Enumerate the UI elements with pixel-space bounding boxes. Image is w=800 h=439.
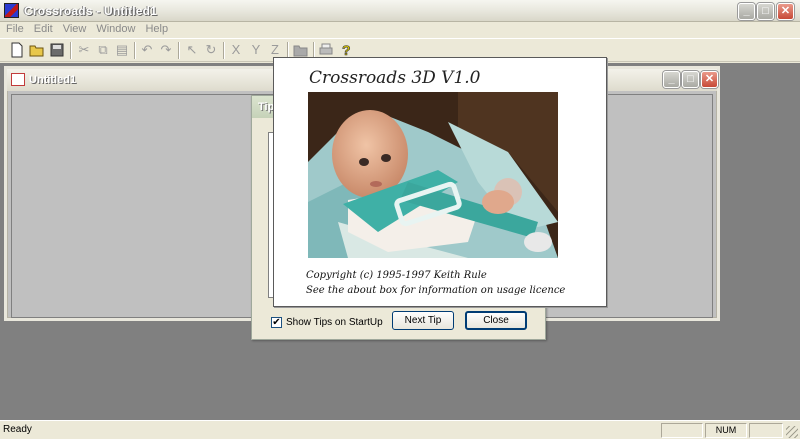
paste-icon[interactable]: ▤ — [114, 42, 130, 58]
copyright-text: Copyright (c) 1995-1997 Keith Rule See t… — [306, 268, 565, 298]
close-button[interactable]: ✕ — [777, 3, 794, 20]
toolbar-separator — [70, 42, 72, 59]
x-axis-icon[interactable]: X — [228, 42, 244, 58]
status-pane-scroll — [749, 423, 783, 438]
z-axis-icon[interactable]: Z — [267, 42, 283, 58]
baby-photo-illustration — [308, 92, 558, 258]
rotate-icon[interactable]: ↻ — [203, 42, 219, 58]
menu-view[interactable]: View — [57, 22, 91, 35]
menu-window[interactable]: Window — [90, 22, 139, 35]
show-tips-label: Show Tips on StartUp — [286, 317, 383, 328]
copyright-line-2: See the about box for information on usa… — [306, 285, 566, 296]
redo-icon[interactable]: ↷ — [158, 42, 174, 58]
menu-file[interactable]: File — [0, 22, 28, 35]
child-close-button[interactable]: ✕ — [701, 71, 718, 88]
splash-title: Crossroads 3D V1.0 — [309, 68, 481, 88]
show-tips-checkbox[interactable]: ✔ — [271, 317, 282, 328]
document-icon[interactable] — [11, 73, 25, 86]
window-title: Crossroads - Untitled1 — [24, 4, 158, 18]
maximize-button[interactable]: □ — [757, 3, 774, 20]
main-title-bar[interactable]: Crossroads - Untitled1 _ □ ✕ — [0, 0, 800, 22]
resize-grip-icon[interactable] — [786, 426, 798, 438]
child-window-title: Untitled1 — [29, 74, 77, 86]
new-icon[interactable] — [9, 42, 25, 58]
undo-icon[interactable]: ↶ — [139, 42, 155, 58]
y-axis-icon[interactable]: Y — [248, 42, 264, 58]
copy-icon[interactable]: ⧉ — [95, 42, 111, 58]
copyright-line-1: Copyright (c) 1995-1997 Keith Rule — [306, 270, 487, 281]
menu-help[interactable]: Help — [139, 22, 172, 35]
folder-icon[interactable] — [293, 42, 309, 58]
save-icon[interactable] — [49, 42, 65, 58]
menu-edit[interactable]: Edit — [28, 22, 57, 35]
tips-title: Tip — [258, 101, 275, 113]
minimize-button[interactable]: _ — [738, 3, 755, 20]
next-tip-button[interactable]: Next Tip — [392, 311, 454, 330]
splash-screen: Crossroads 3D V1.0 Copyright (c) 1995-19… — [273, 57, 607, 307]
menu-bar: File Edit View Window Help — [0, 22, 800, 38]
status-pane-num: NUM — [705, 423, 747, 438]
print-icon[interactable] — [318, 42, 334, 58]
cut-icon[interactable]: ✂ — [76, 42, 92, 58]
status-pane-empty — [661, 423, 703, 438]
status-bar: Ready NUM — [0, 420, 800, 439]
close-tips-button[interactable]: Close — [465, 311, 527, 330]
open-icon[interactable] — [29, 42, 45, 58]
toolbar-separator — [134, 42, 136, 59]
splash-photo — [308, 92, 558, 258]
app-icon[interactable] — [4, 3, 19, 18]
child-minimize-button[interactable]: _ — [663, 71, 680, 88]
child-maximize-button[interactable]: □ — [682, 71, 699, 88]
svg-text:?: ? — [342, 42, 351, 58]
status-text: Ready — [3, 424, 32, 435]
toolbar-separator — [223, 42, 225, 59]
help-icon[interactable]: ? — [338, 42, 354, 59]
select-arrow-icon[interactable]: ↖ — [184, 42, 200, 58]
toolbar-separator — [178, 42, 180, 59]
